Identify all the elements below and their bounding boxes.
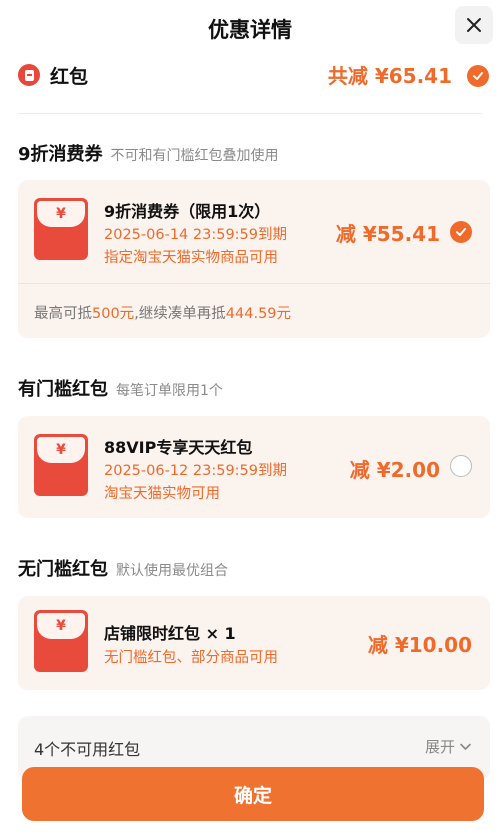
yuan-symbol: ¥ bbox=[37, 613, 85, 639]
coupon-footnote: 最高可抵500元,继续凑单再抵444.59元 bbox=[34, 302, 291, 323]
divider bbox=[18, 113, 482, 114]
coupon-card-threshold[interactable]: ¥ 88VIP专享天天红包 2025-06-12 23:59:59到期 淘宝天猫… bbox=[18, 416, 490, 518]
section-subtitle: 每笔订单限用1个 bbox=[116, 383, 223, 399]
red-envelope-icon: ¥ bbox=[34, 198, 88, 260]
summary-label: 红包 bbox=[50, 66, 89, 88]
page-title: 优惠详情 bbox=[208, 18, 292, 42]
checkmark-icon bbox=[473, 72, 483, 80]
header: 优惠详情 bbox=[0, 0, 500, 56]
chevron-down-icon bbox=[460, 743, 471, 750]
close-button[interactable] bbox=[455, 6, 493, 44]
section-title-no-threshold: 无门槛红包 默认使用最优组合 bbox=[18, 555, 228, 581]
card-divider bbox=[18, 283, 490, 284]
section-heading: 9折消费券 bbox=[18, 144, 103, 165]
section-subtitle: 默认使用最优组合 bbox=[116, 563, 228, 579]
checkmark-icon bbox=[456, 228, 466, 236]
red-envelope-icon: ¥ bbox=[34, 610, 88, 672]
red-packet-icon bbox=[18, 64, 40, 86]
section-heading: 无门槛红包 bbox=[18, 559, 108, 580]
unavailable-label: 4个不可用红包 bbox=[34, 740, 141, 759]
red-envelope-icon: ¥ bbox=[34, 434, 88, 496]
coupon-scope: 淘宝天猫实物可用 bbox=[104, 486, 220, 502]
coupon-card-no-threshold[interactable]: ¥ 店铺限时红包 × 1 无门槛红包、部分商品可用 减 ¥10.00 bbox=[18, 596, 490, 690]
footnote-value: 444.59元 bbox=[225, 306, 292, 322]
yuan-symbol: ¥ bbox=[37, 437, 85, 463]
section-title-threshold: 有门槛红包 每笔订单限用1个 bbox=[18, 375, 223, 401]
coupon-amount: 减 ¥10.00 bbox=[367, 633, 472, 657]
coupon-name: 88VIP专享天天红包 bbox=[104, 438, 253, 457]
red-packet-summary: 红包 共减 ¥65.41 bbox=[0, 56, 500, 96]
coupon-expiry: 2025-06-12 23:59:59到期 bbox=[104, 463, 287, 479]
close-icon bbox=[467, 18, 481, 32]
section-title-discount: 9折消费券 不可和有门槛红包叠加使用 bbox=[18, 140, 279, 166]
coupon-amount: 减 ¥2.00 bbox=[349, 458, 440, 482]
footnote-middle: ,继续凑单再抵 bbox=[134, 306, 226, 322]
expand-toggle[interactable]: 展开 bbox=[425, 736, 472, 757]
coupon-expiry: 2025-06-14 23:59:59到期 bbox=[104, 227, 287, 243]
coupon-select-radio[interactable] bbox=[450, 455, 472, 477]
coupon-check-toggle[interactable] bbox=[450, 221, 472, 243]
coupon-name: 9折消费券（限用1次） bbox=[104, 202, 271, 221]
summary-total: 共减 ¥65.41 bbox=[327, 64, 452, 88]
coupon-name: 店铺限时红包 × 1 bbox=[104, 624, 236, 643]
coupon-card-discount[interactable]: ¥ 9折消费券（限用1次） 2025-06-14 23:59:59到期 指定淘宝… bbox=[18, 180, 490, 338]
summary-check-toggle[interactable] bbox=[467, 65, 489, 87]
section-subtitle: 不可和有门槛红包叠加使用 bbox=[110, 148, 279, 164]
expand-label: 展开 bbox=[424, 738, 455, 756]
confirm-button[interactable]: 确定 bbox=[22, 767, 484, 821]
section-heading: 有门槛红包 bbox=[18, 379, 108, 400]
yuan-symbol: ¥ bbox=[37, 201, 85, 227]
footnote-value: 500元 bbox=[92, 306, 135, 322]
coupon-amount: 减 ¥55.41 bbox=[335, 222, 440, 246]
coupon-scope: 无门槛红包、部分商品可用 bbox=[104, 650, 278, 666]
coupon-scope: 指定淘宝天猫实物商品可用 bbox=[104, 250, 278, 266]
footnote-prefix: 最高可抵 bbox=[34, 306, 92, 322]
